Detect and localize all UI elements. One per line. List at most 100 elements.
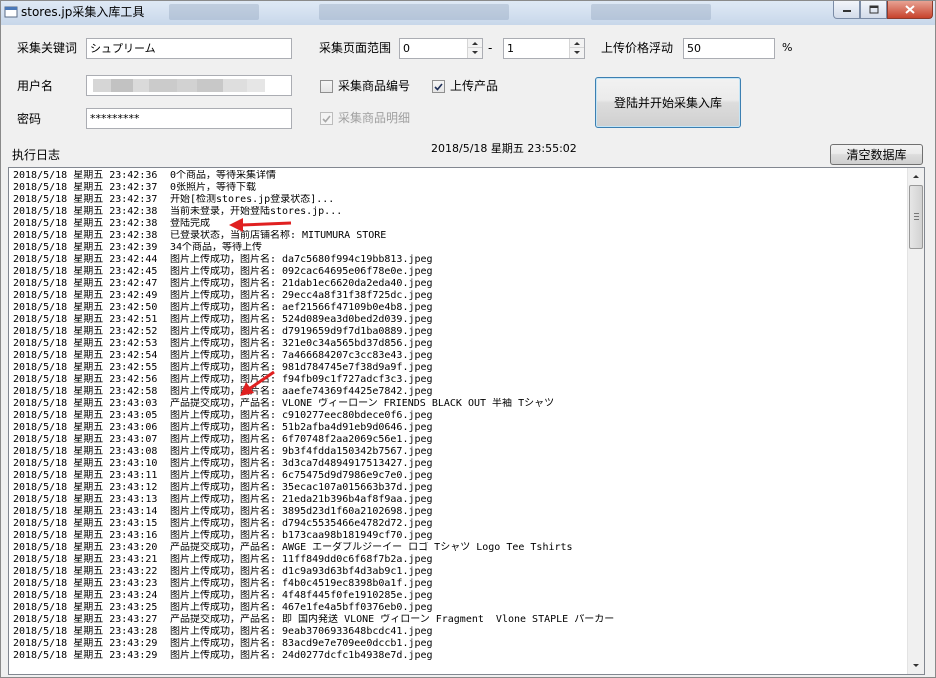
log-timestamp: 2018/5/18 星期五 23:42:49 [13,290,158,301]
login-and-start-button[interactable]: 登陆并开始采集入库 [595,77,741,128]
log-timestamp: 2018/5/18 星期五 23:43:05 [13,410,158,421]
clear-database-button[interactable]: 清空数据库 [830,144,923,165]
log-timestamp: 2018/5/18 星期五 23:43:23 [13,578,158,589]
minimize-button[interactable] [833,1,860,19]
log-message: 图片上传成功，图片名: 3d3ca7d4894917513427.jpeg [170,458,433,469]
collect-item-no-checkbox[interactable] [320,80,333,93]
log-timestamp: 2018/5/18 星期五 23:42:38 [13,230,158,241]
password-input[interactable]: ********* [86,108,292,129]
log-message: 图片上传成功，图片名: 321e0c34a565bd37d856.jpeg [170,338,433,349]
stepper-arrows[interactable] [467,39,482,58]
log-title: 执行日志 [12,148,61,162]
checkmark-icon [322,114,331,123]
log-message: 图片上传成功，图片名: 7a466684207c3cc83e43.jpeg [170,350,433,361]
page-range-from-stepper[interactable]: 0 [399,38,483,59]
log-entry: 2018/5/18 星期五 23:43:08 图片上传成功，图片名: 9b3f4f… [13,446,903,458]
log-entry: 2018/5/18 星期五 23:42:58 图片上传成功，图片名: aaefe7… [13,386,903,398]
log-message: 图片上传成功，图片名: 6f70748f2aa2069c56e1.jpeg [170,434,433,445]
log-timestamp: 2018/5/18 星期五 23:43:03 [13,398,158,409]
page-range-to-stepper[interactable]: 1 [503,38,585,59]
log-timestamp: 2018/5/18 星期五 23:42:39 [13,242,158,253]
scroll-down-icon [913,664,919,667]
log-lines: 2018/5/18 星期五 23:42:36 0个商品，等待采集详情 2018/5/… [13,170,903,662]
log-timestamp: 2018/5/18 星期五 23:43:25 [13,602,158,613]
log-entry: 2018/5/18 星期五 23:42:37 开始[检测stores.jp登录状态… [13,194,903,206]
log-entry: 2018/5/18 星期五 23:42:55 图片上传成功，图片名: 981d78… [13,362,903,374]
log-message: 图片上传成功，图片名: 467e1fe4a5bff0376eb0.jpeg [170,602,433,613]
log-entry: 2018/5/18 星期五 23:42:36 0个商品，等待采集详情 [13,170,903,182]
log-message: 图片上传成功，图片名: 4f48f445f0fe1910285e.jpeg [170,590,433,601]
log-entry: 2018/5/18 星期五 23:42:37 0张照片，等待下载 [13,182,903,194]
scroll-up-icon [913,175,919,178]
log-message: 图片上传成功，图片名: 11ff849dd0c6f68f7b2a.jpeg [170,554,433,565]
log-timestamp: 2018/5/18 星期五 23:42:37 [13,182,158,193]
log-message: 图片上传成功，图片名: 35ecac107a015663b37d.jpeg [170,482,433,493]
log-entry: 2018/5/18 星期五 23:42:38 当前未登录，开始登陆stores.j… [13,206,903,218]
log-timestamp: 2018/5/18 星期五 23:42:50 [13,302,158,313]
scroll-up-button[interactable] [908,168,924,185]
log-message: 产品提交成功，产品名: AWGE エーダブルジーイー ロゴ Tシャツ Logo … [170,542,573,553]
minimize-icon [842,9,851,12]
log-entry: 2018/5/18 星期五 23:42:49 图片上传成功，图片名: 29ecc4… [13,290,903,302]
log-entry: 2018/5/18 星期五 23:42:45 图片上传成功，图片名: 092cac… [13,266,903,278]
log-entry: 2018/5/18 星期五 23:42:44 图片上传成功，图片名: da7c56… [13,254,903,266]
log-message: 图片上传成功，图片名: 9eab3706933648bcdc41.jpeg [170,626,433,637]
log-message: 图片上传成功，图片名: 51b2afba4d91eb9d0646.jpeg [170,422,433,433]
stepper-down-icon[interactable] [570,48,584,57]
scroll-thumb[interactable] [909,185,923,249]
scroll-down-button[interactable] [908,657,924,674]
log-timestamp: 2018/5/18 星期五 23:43:06 [13,422,158,433]
log-timestamp: 2018/5/18 星期五 23:42:38 [13,218,158,229]
log-timestamp: 2018/5/18 星期五 23:42:51 [13,314,158,325]
price-float-label: 上传价格浮动 [601,41,674,55]
log-timestamp: 2018/5/18 星期五 23:43:24 [13,590,158,601]
log-message: 当前未登录，开始登陆stores.jp... [170,206,343,217]
log-message: 0张照片，等待下载 [170,182,257,193]
price-float-input[interactable]: 50 [683,38,775,59]
keyword-input[interactable]: シュプリーム [86,38,292,59]
log-entry: 2018/5/18 星期五 23:43:27 产品提交成功，产品名: 即 国内発送… [13,614,903,626]
log-timestamp: 2018/5/18 星期五 23:43:14 [13,506,158,517]
log-message: 34个商品，等待上传 [170,242,263,253]
stepper-up-icon[interactable] [570,39,584,48]
log-entry: 2018/5/18 星期五 23:43:24 图片上传成功，图片名: 4f48f4… [13,590,903,602]
log-entry: 2018/5/18 星期五 23:43:14 图片上传成功，图片名: 3895d2… [13,506,903,518]
log-entry: 2018/5/18 星期五 23:43:15 图片上传成功，图片名: d794c5… [13,518,903,530]
price-float-unit: % [782,41,793,54]
stepper-down-icon[interactable] [468,48,482,57]
log-entry: 2018/5/18 星期五 23:42:38 已登录状态，当前店铺名称: MITU… [13,230,903,242]
stepper-up-icon[interactable] [468,39,482,48]
log-message: 图片上传成功，图片名: 21dab1ec6620da2eda40.jpeg [170,278,433,289]
log-message: 图片上传成功，图片名: 524d089ea3d0bed2d039.jpeg [170,314,433,325]
log-message: 图片上传成功，图片名: d7919659d9f7d1ba0889.jpeg [170,326,433,337]
log-entry: 2018/5/18 星期五 23:42:50 图片上传成功，图片名: aef215… [13,302,903,314]
log-entry: 2018/5/18 星期五 23:43:10 图片上传成功，图片名: 3d3ca7… [13,458,903,470]
collect-item-no-label[interactable]: 采集商品编号 [338,78,410,94]
log-timestamp: 2018/5/18 星期五 23:43:11 [13,470,158,481]
log-entry: 2018/5/18 星期五 23:42:53 图片上传成功，图片名: 321e0c… [13,338,903,350]
log-message: 图片上传成功，图片名: 9b3f4fdda150342b7567.jpeg [170,446,433,457]
log-timestamp: 2018/5/18 星期五 23:43:10 [13,458,158,469]
username-input[interactable] [86,75,292,96]
log-message: 图片上传成功，图片名: 6c75475d9d7986e9c7e0.jpeg [170,470,433,481]
title-bar[interactable]: stores.jp采集入库工具 [1,1,935,25]
window-title: stores.jp采集入库工具 [21,5,145,19]
log-scrollbar[interactable] [907,168,924,674]
log-textbox[interactable]: 2018/5/18 星期五 23:42:36 0个商品，等待采集详情 2018/5/… [8,167,925,675]
stepper-arrows[interactable] [569,39,584,58]
log-message: 产品提交成功，产品名: VLONE ヴィーローン FRIENDS BLACK O… [170,398,555,409]
log-timestamp: 2018/5/18 星期五 23:42:54 [13,350,158,361]
close-button[interactable] [887,1,933,19]
log-entry: 2018/5/18 星期五 23:42:54 图片上传成功，图片名: 7a4666… [13,350,903,362]
password-label: 密码 [17,112,42,126]
background-window-ghost [319,4,509,20]
upload-product-checkbox[interactable] [432,80,445,93]
log-message: 开始[检测stores.jp登录状态]... [170,194,335,205]
background-window-ghost [591,4,711,20]
log-message: 已登录状态，当前店铺名称: MITUMURA STORE [170,230,387,241]
log-entry: 2018/5/18 星期五 23:42:52 图片上传成功，图片名: d79196… [13,326,903,338]
maximize-button[interactable] [860,1,887,19]
upload-product-label[interactable]: 上传产品 [450,78,498,94]
current-datetime: 2018/5/18 星期五 23:55:02 [431,142,577,155]
log-entry: 2018/5/18 星期五 23:43:12 图片上传成功，图片名: 35ecac… [13,482,903,494]
